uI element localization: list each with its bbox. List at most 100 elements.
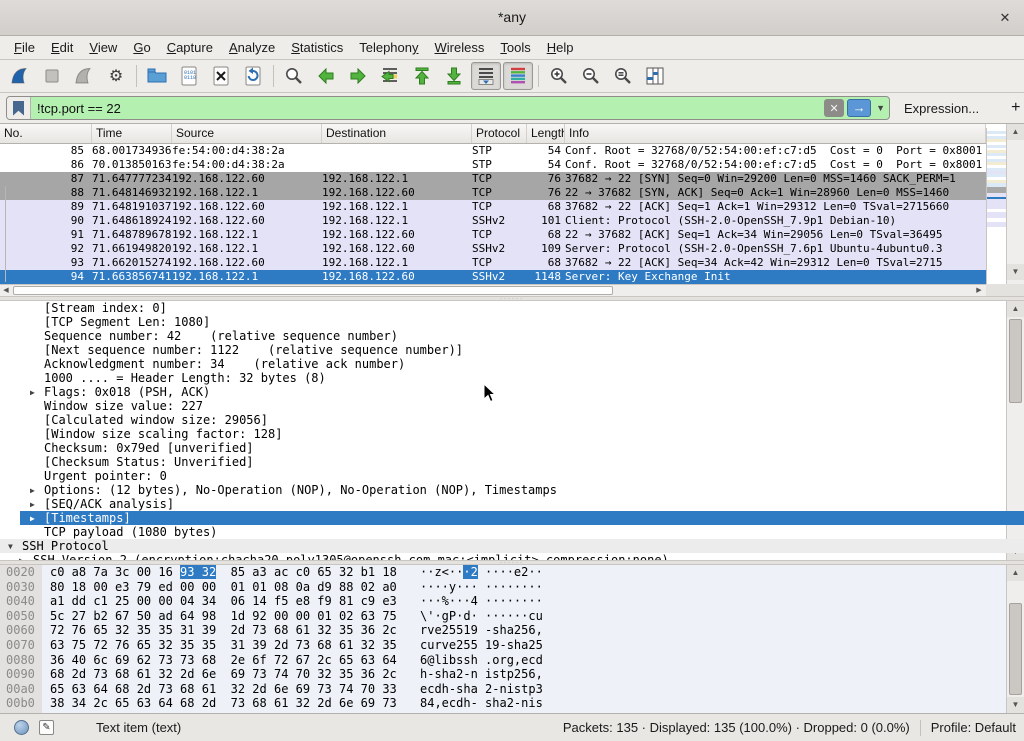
close-icon[interactable]: ✕ [994,8,1016,28]
detail-line[interactable]: [Checksum Status: Unverified] [0,455,1024,469]
hex-row-0060[interactable]: 006072 76 65 32 35 35 31 39 2d 73 68 61 … [0,623,1024,638]
hex-row-00a0[interactable]: 00a065 63 64 68 2d 73 68 61 32 2d 6e 69 … [0,682,1024,697]
filter-bookmark-button[interactable] [7,96,31,120]
expand-icon[interactable]: ▶ [30,512,35,526]
auto-scroll-icon[interactable] [471,62,501,90]
find-packet-icon[interactable] [279,62,309,90]
display-filter-input[interactable] [31,97,824,119]
hscroll-thumb[interactable] [13,286,613,295]
profile-text[interactable]: Profile: Default [931,720,1016,735]
hex-row-00b0[interactable]: 00b038 34 2c 65 63 64 68 2d 73 68 61 32 … [0,696,1024,711]
detail-line[interactable]: ▶Flags: 0x018 (PSH, ACK) [0,385,1024,399]
column-header-source[interactable]: Source [172,124,322,143]
capture-comment-icon[interactable]: ✎ [39,720,54,735]
detail-line[interactable]: [Stream index: 0] [0,301,1024,315]
scroll-up-icon[interactable]: ▲ [1007,124,1024,140]
expand-icon[interactable]: ▶ [30,498,35,512]
detail-line[interactable]: [Next sequence number: 1122 (relative se… [0,343,1024,357]
menu-view[interactable]: View [81,37,125,58]
scroll-right-icon[interactable]: ▶ [973,285,985,296]
hex-row-0020[interactable]: 0020c0 a8 7a 3c 00 16 93 32 85 a3 ac c0 … [0,565,1024,580]
hex-row-0030[interactable]: 003080 18 00 e3 79 ed 00 00 01 01 08 0a … [0,580,1024,595]
start-capture-icon[interactable] [5,62,35,90]
hex-row-0090[interactable]: 009068 2d 73 68 61 32 2d 6e 69 73 74 70 … [0,667,1024,682]
scroll-up-icon[interactable]: ▲ [1007,565,1024,581]
detail-line[interactable]: Acknowledgment number: 34 (relative ack … [0,357,1024,371]
detail-line[interactable]: ▶SSH Version 2 (encryption:chacha20-poly… [0,553,1024,560]
zoom-out-icon[interactable] [576,62,606,90]
detail-line[interactable]: ▶[Timestamps] [0,511,1024,525]
detail-line[interactable]: [Calculated window size: 29056] [0,413,1024,427]
detail-line[interactable]: ▶[SEQ/ACK analysis] [0,497,1024,511]
detail-line[interactable]: TCP payload (1080 bytes) [0,525,1024,539]
filter-apply-icon[interactable]: → [847,99,871,117]
intelligent-scrollbar-minimap[interactable] [986,128,1006,286]
packet-row-85[interactable]: 8568.001734936fe:54:00:d4:38:2aSTP54Conf… [0,144,986,158]
column-header-destination[interactable]: Destination [322,124,472,143]
detail-line[interactable]: Checksum: 0x79ed [unverified] [0,441,1024,455]
colorize-icon[interactable] [503,62,533,90]
go-to-packet-icon[interactable] [375,62,405,90]
detail-line[interactable]: Urgent pointer: 0 [0,469,1024,483]
scroll-left-icon[interactable]: ◀ [0,285,12,296]
detail-line[interactable]: Window size value: 227 [0,399,1024,413]
reload-file-icon[interactable] [238,62,268,90]
restart-capture-icon[interactable] [69,62,99,90]
stop-capture-icon[interactable] [37,62,67,90]
filter-dropdown-icon[interactable]: ▼ [874,103,889,113]
packet-row-89[interactable]: 8971.648191037192.168.122.60192.168.122.… [0,200,986,214]
menu-help[interactable]: Help [539,37,582,58]
close-file-icon[interactable] [206,62,236,90]
column-header-info[interactable]: Info [565,124,986,143]
menu-edit[interactable]: Edit [43,37,81,58]
menu-wireless[interactable]: Wireless [427,37,493,58]
zoom-original-icon[interactable] [608,62,638,90]
expert-info-icon[interactable] [14,720,29,735]
expand-icon[interactable]: ▶ [30,484,35,498]
go-last-icon[interactable] [439,62,469,90]
packet-row-90[interactable]: 9071.648618924192.168.122.60192.168.122.… [0,214,986,228]
go-forward-icon[interactable] [343,62,373,90]
packet-row-88[interactable]: 8871.648146932192.168.122.1192.168.122.6… [0,186,986,200]
packet-row-91[interactable]: 9171.648789678192.168.122.1192.168.122.6… [0,228,986,242]
packet-row-94[interactable]: 9471.663856741192.168.122.1192.168.122.6… [0,270,986,284]
detail-line[interactable]: 1000 .... = Header Length: 32 bytes (8) [0,371,1024,385]
menu-capture[interactable]: Capture [159,37,221,58]
column-header-protocol[interactable]: Protocol [472,124,527,143]
packet-row-92[interactable]: 9271.661949820192.168.122.1192.168.122.6… [0,242,986,256]
menu-file[interactable]: File [6,37,43,58]
zoom-in-icon[interactable] [544,62,574,90]
column-header-no[interactable]: No. [0,124,92,143]
hex-row-0050[interactable]: 00505c 27 b2 67 50 ad 64 98 1d 92 00 00 … [0,609,1024,624]
go-first-icon[interactable] [407,62,437,90]
menu-go[interactable]: Go [125,37,158,58]
packet-list-hscrollbar[interactable]: ◀ ▶ [0,284,986,296]
save-file-icon[interactable]: 01010110 [174,62,204,90]
hex-row-0040[interactable]: 0040a1 dd c1 25 00 00 04 34 06 14 f5 e8 … [0,594,1024,609]
column-header-length[interactable]: Length [527,124,565,143]
hex-row-0080[interactable]: 008036 40 6c 69 62 73 73 68 2e 6f 72 67 … [0,653,1024,668]
scroll-down-icon[interactable]: ▼ [1007,264,1024,280]
column-header-time[interactable]: Time [92,124,172,143]
filter-clear-icon[interactable]: ✕ [824,99,844,117]
hex-row-0070[interactable]: 007063 75 72 76 65 32 35 35 31 39 2d 73 … [0,638,1024,653]
open-file-icon[interactable] [142,62,172,90]
packet-row-87[interactable]: 8771.647777234192.168.122.60192.168.122.… [0,172,986,186]
capture-options-icon[interactable]: ⚙ [101,62,131,90]
vscroll-thumb[interactable] [1009,603,1022,695]
detail-line[interactable]: [TCP Segment Len: 1080] [0,315,1024,329]
expression-button[interactable]: Expression... [904,101,979,116]
add-filter-button[interactable]: + [1003,99,1024,117]
collapse-icon[interactable]: ▼ [8,540,13,554]
hex-vscrollbar[interactable]: ▲ ▼ [1006,565,1024,713]
menu-statistics[interactable]: Statistics [283,37,351,58]
packet-list-vscrollbar[interactable]: ▲ ▼ [1006,124,1024,296]
detail-line[interactable]: [Window size scaling factor: 128] [0,427,1024,441]
scroll-down-icon[interactable]: ▼ [1007,697,1024,713]
menu-tools[interactable]: Tools [492,37,538,58]
resize-columns-icon[interactable] [640,62,670,90]
detail-line[interactable]: ▶Options: (12 bytes), No-Operation (NOP)… [0,483,1024,497]
menu-telephony[interactable]: Telephony [351,37,426,58]
go-back-icon[interactable] [311,62,341,90]
packet-row-86[interactable]: 8670.013850163fe:54:00:d4:38:2aSTP54Conf… [0,158,986,172]
